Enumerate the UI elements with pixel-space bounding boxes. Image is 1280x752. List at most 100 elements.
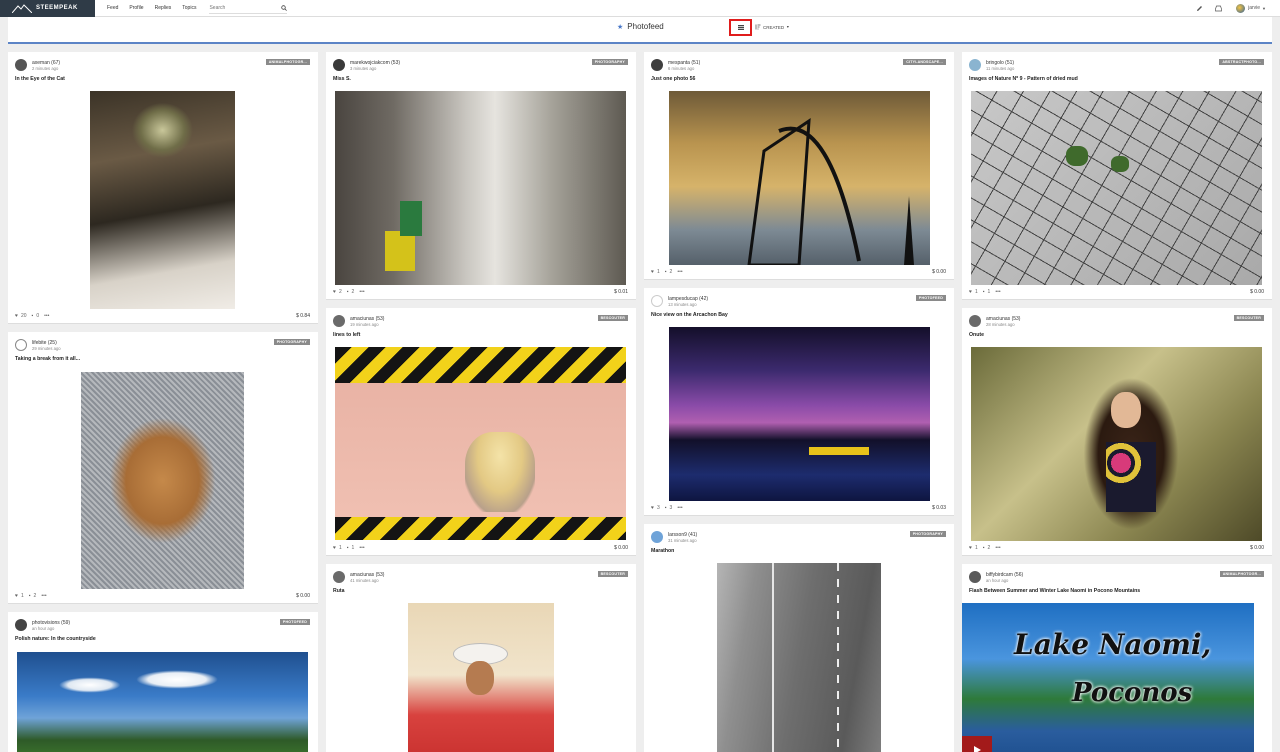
post-card[interactable]: lifebite (25) 29 minutes ago PHOTOGRAPHY … (8, 332, 318, 604)
category-tag[interactable]: BESCOUTER (1233, 315, 1264, 321)
heart-icon[interactable]: ♥ (651, 505, 654, 511)
avatar[interactable] (969, 315, 981, 327)
author-name[interactable]: axeman (67) (32, 60, 60, 66)
post-card[interactable]: amaciunas (53) 19 minutes ago BESCOUTER l… (326, 308, 636, 556)
category-tag[interactable]: PHOTOGRAPHY (273, 339, 310, 345)
avatar[interactable] (333, 59, 345, 71)
post-title[interactable]: Onute (969, 332, 984, 338)
more-icon[interactable]: ••• (359, 545, 364, 551)
avatar[interactable] (333, 571, 345, 583)
post-image[interactable] (335, 347, 626, 540)
more-icon[interactable]: ••• (359, 289, 364, 295)
post-title[interactable]: Miss S. (333, 76, 351, 82)
post-card[interactable]: amaciunas (53) 28 minutes ago BESCOUTER O… (962, 308, 1272, 556)
author-name[interactable]: amaciunas (53) (350, 316, 384, 322)
post-title[interactable]: Nice view on the Arcachon Bay (651, 312, 728, 318)
category-tag[interactable]: PHOTOGRAPHY (591, 59, 628, 65)
author-name[interactable]: amaciunas (53) (986, 316, 1020, 322)
author-name[interactable]: mespanta (51) (668, 60, 700, 66)
post-image[interactable] (669, 327, 930, 501)
author-name[interactable]: larsson9 (41) (668, 532, 697, 538)
post-image[interactable] (971, 347, 1262, 541)
avatar[interactable] (651, 59, 663, 71)
post-card[interactable]: amaciunas (53) 41 minutes ago BESCOUTER R… (326, 564, 636, 752)
author-name[interactable]: lampesducap (42) (668, 296, 708, 302)
post-video-thumbnail[interactable]: Lake Naomi, Poconos (962, 603, 1254, 752)
comment-icon[interactable]: ▪ (29, 593, 31, 599)
category-tag[interactable]: ABSTRACTPHOTO... (1219, 59, 1264, 65)
chevron-down-icon[interactable]: ▼ (1262, 6, 1266, 11)
post-card[interactable]: mespanta (51) 6 minutes ago CITYLANDSCAPE… (644, 52, 954, 280)
category-tag[interactable]: PHOTOFEED (915, 295, 946, 301)
comment-icon[interactable]: ▪ (983, 545, 985, 551)
post-card[interactable]: marekwojciakcom (53) 3 minutes ago PHOTOG… (326, 52, 636, 300)
brand-logo[interactable]: STEEMPEAK (0, 0, 95, 17)
post-image[interactable] (408, 603, 554, 752)
post-card[interactable]: biffybirdcam (56) an hour ago ANIMALPHOTO… (962, 564, 1272, 752)
category-tag[interactable]: ANIMALPHOTOGR... (1219, 571, 1264, 577)
post-card[interactable]: axeman (67) 2 minutes ago ANIMALPHOTOGR..… (8, 52, 318, 324)
category-tag[interactable]: PHOTOFEED (279, 619, 310, 625)
more-icon[interactable]: ••• (995, 289, 1000, 295)
category-tag[interactable]: ANIMALPHOTOGR... (265, 59, 310, 65)
nav-replies-link[interactable]: Replies (155, 5, 172, 11)
category-tag[interactable]: CITYLANDSCAPE... (903, 59, 946, 65)
avatar[interactable] (969, 59, 981, 71)
avatar[interactable] (15, 339, 27, 351)
inbox-icon[interactable] (1215, 5, 1222, 12)
post-title[interactable]: Taking a break from it all... (15, 356, 80, 362)
sort-dropdown[interactable]: CREATED ▼ (755, 24, 790, 30)
post-image[interactable] (971, 91, 1262, 285)
heart-icon[interactable]: ♥ (15, 313, 18, 319)
heart-icon[interactable]: ♥ (333, 545, 336, 551)
play-button[interactable] (962, 736, 992, 752)
avatar[interactable] (15, 619, 27, 631)
comment-icon[interactable]: ▪ (983, 289, 985, 295)
post-title[interactable]: Marathon (651, 548, 674, 554)
heart-icon[interactable]: ♥ (969, 545, 972, 551)
category-tag[interactable]: PHOTOGRAPHY (909, 531, 946, 537)
star-icon[interactable]: ★ (617, 23, 623, 31)
search-input[interactable] (209, 4, 270, 11)
post-image[interactable] (81, 372, 244, 589)
post-card[interactable]: larsson9 (41) 31 minutes ago PHOTOGRAPHY … (644, 524, 954, 752)
avatar[interactable] (969, 571, 981, 583)
heart-icon[interactable]: ♥ (333, 289, 336, 295)
pencil-icon[interactable] (1196, 5, 1203, 12)
comment-icon[interactable]: ▪ (665, 505, 667, 511)
grid-layout-button[interactable] (729, 19, 752, 36)
avatar[interactable] (15, 59, 27, 71)
post-title[interactable]: Flash Between Summer and Winter Lake Nao… (969, 588, 1140, 594)
post-card[interactable]: photovisions (59) an hour ago PHOTOFEED P… (8, 612, 318, 752)
author-name[interactable]: amaciunas (53) (350, 572, 384, 578)
author-name[interactable]: bringolo (51) (986, 60, 1014, 66)
nav-topics-link[interactable]: Topics (182, 5, 196, 11)
comment-icon[interactable]: ▪ (665, 269, 667, 275)
post-title[interactable]: Just one photo 56 (651, 76, 695, 82)
more-icon[interactable]: ••• (44, 313, 49, 319)
search-icon[interactable] (281, 4, 288, 11)
more-icon[interactable]: ••• (677, 505, 682, 511)
more-icon[interactable]: ••• (677, 269, 682, 275)
heart-icon[interactable]: ♥ (969, 289, 972, 295)
post-title[interactable]: In the Eye of the Cat (15, 76, 65, 82)
nav-profile-link[interactable]: Profile (129, 5, 143, 11)
heart-icon[interactable]: ♥ (15, 593, 18, 599)
post-title[interactable]: Polish nature: In the countryside (15, 636, 96, 642)
username[interactable]: jarvie (1248, 5, 1260, 11)
comment-icon[interactable]: ▪ (32, 313, 34, 319)
post-card[interactable]: lampesducap (42) 13 minutes ago PHOTOFEED… (644, 288, 954, 516)
post-image[interactable] (669, 91, 930, 265)
post-title[interactable]: Ruta (333, 588, 345, 594)
post-image[interactable] (717, 563, 881, 752)
author-name[interactable]: marekwojciakcom (53) (350, 60, 400, 66)
avatar[interactable] (651, 295, 663, 307)
more-icon[interactable]: ••• (41, 593, 46, 599)
heart-icon[interactable]: ♥ (651, 269, 654, 275)
category-tag[interactable]: BESCOUTER (597, 571, 628, 577)
user-avatar[interactable] (1236, 3, 1246, 13)
more-icon[interactable]: ••• (995, 545, 1000, 551)
category-tag[interactable]: BESCOUTER (597, 315, 628, 321)
nav-feed-link[interactable]: Feed (107, 5, 118, 11)
comment-icon[interactable]: ▪ (347, 545, 349, 551)
